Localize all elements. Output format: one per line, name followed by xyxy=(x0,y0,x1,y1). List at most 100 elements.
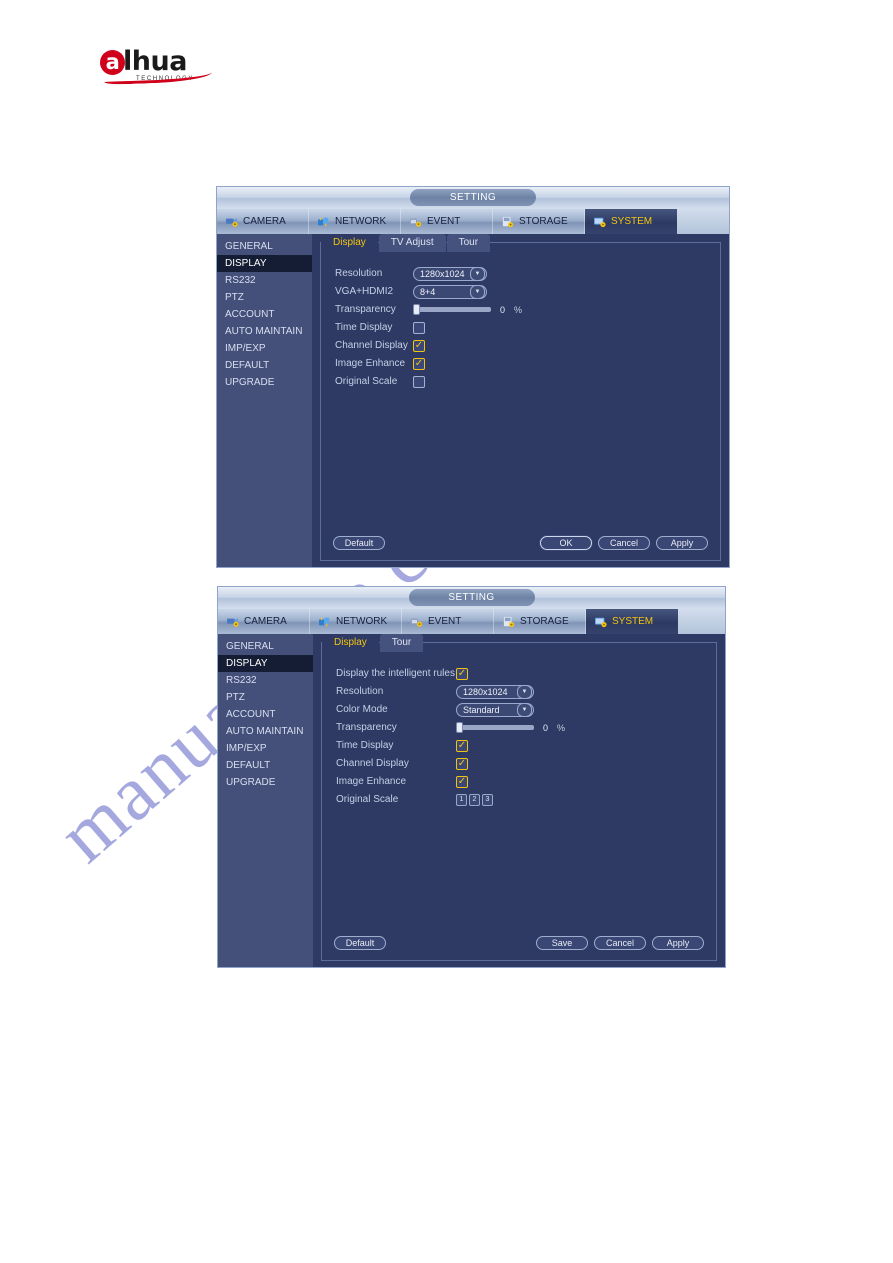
row-transparency: Transparency 0 % xyxy=(335,301,710,318)
sidebar-item-display[interactable]: DISPLAY xyxy=(218,655,313,672)
image-enhance-checkbox[interactable]: ✓ xyxy=(456,775,468,788)
sidebar-item-default[interactable]: DEFAULT xyxy=(217,357,312,374)
slider-knob[interactable] xyxy=(456,722,463,733)
sidebar-item-auto-maintain[interactable]: AUTO MAINTAIN xyxy=(217,323,312,340)
tab-storage[interactable]: STORAGE xyxy=(494,609,586,634)
sidebar-item-upgrade[interactable]: UPGRADE xyxy=(218,774,313,791)
chevron-down-icon[interactable]: ▼ xyxy=(470,266,485,281)
transparency-slider[interactable]: 0 % xyxy=(413,304,523,315)
chevron-down-icon[interactable]: ▼ xyxy=(517,702,532,717)
tab-event-label: EVENT xyxy=(428,616,462,627)
color-mode-value: Standard xyxy=(463,704,500,715)
tab-network[interactable]: NETWORK xyxy=(310,609,402,634)
subtab-display[interactable]: Display xyxy=(322,634,379,652)
sidebar-item-account[interactable]: ACCOUNT xyxy=(217,306,312,323)
channel-button-1[interactable]: 1 xyxy=(456,793,467,806)
tab-network-label: NETWORK xyxy=(335,216,387,227)
vga-hdmi2-select[interactable]: 8+4 ▼ xyxy=(413,284,487,299)
system-icon xyxy=(593,216,607,228)
time-display-checkbox[interactable] xyxy=(413,321,425,334)
default-button[interactable]: Default xyxy=(333,536,385,550)
logo-wordmark: a lhua xyxy=(100,48,220,85)
resolution-select[interactable]: 1280x1024 ▼ xyxy=(413,266,487,281)
color-mode-label: Color Mode xyxy=(336,704,388,715)
apply-button[interactable]: Apply xyxy=(656,536,708,550)
sidebar-item-ptz[interactable]: PTZ xyxy=(218,689,313,706)
dialog-button-bar: Default Save Cancel Apply xyxy=(334,936,704,950)
tab-storage-label: STORAGE xyxy=(519,216,568,227)
sidebar-item-account[interactable]: ACCOUNT xyxy=(218,706,313,723)
default-button[interactable]: Default xyxy=(334,936,386,950)
chevron-down-icon[interactable]: ▼ xyxy=(517,684,532,699)
event-icon xyxy=(410,616,424,628)
subtab-tour[interactable]: Tour xyxy=(446,234,491,252)
channel-button-3[interactable]: 3 xyxy=(482,793,493,806)
ok-button[interactable]: OK xyxy=(540,536,592,550)
transparency-slider[interactable]: 0 % xyxy=(456,722,566,733)
intelligent-rules-checkbox[interactable]: ✓ xyxy=(456,667,468,680)
cancel-button[interactable]: Cancel xyxy=(594,936,646,950)
apply-button[interactable]: Apply xyxy=(652,936,704,950)
sidebar-item-default[interactable]: DEFAULT xyxy=(218,757,313,774)
subtab-tv-adjust[interactable]: TV Adjust xyxy=(378,234,446,252)
channel-display-label: Channel Display xyxy=(336,758,409,769)
camera-icon xyxy=(225,216,239,228)
cancel-button[interactable]: Cancel xyxy=(598,536,650,550)
original-scale-checkbox[interactable] xyxy=(413,375,425,388)
subtab-display[interactable]: Display xyxy=(321,234,378,252)
color-mode-select[interactable]: Standard ▼ xyxy=(456,702,534,717)
sidebar-item-ptz[interactable]: PTZ xyxy=(217,289,312,306)
slider-track[interactable] xyxy=(456,722,534,733)
tab-event[interactable]: EVENT xyxy=(402,609,494,634)
channel-display-label: Channel Display xyxy=(335,340,408,351)
time-display-label: Time Display xyxy=(336,740,394,751)
tab-network[interactable]: NETWORK xyxy=(309,209,401,234)
sidebar-item-imp-exp[interactable]: IMP/EXP xyxy=(218,740,313,757)
channel-button-2[interactable]: 2 xyxy=(469,793,480,806)
sidebar-item-rs232[interactable]: RS232 xyxy=(217,272,312,289)
resolution-label: Resolution xyxy=(335,268,383,279)
storage-icon xyxy=(501,216,515,228)
sidebar-item-display[interactable]: DISPLAY xyxy=(217,255,312,272)
row-original-scale: Original Scale xyxy=(335,373,710,390)
chevron-down-icon[interactable]: ▼ xyxy=(470,284,485,299)
sidebar-item-general[interactable]: GENERAL xyxy=(218,638,313,655)
tab-system-label: SYSTEM xyxy=(611,216,653,227)
tab-system[interactable]: SYSTEM xyxy=(586,609,678,634)
resolution-select[interactable]: 1280x1024 ▼ xyxy=(456,684,534,699)
tab-camera[interactable]: CAMERA xyxy=(217,209,309,234)
slider-track[interactable] xyxy=(413,304,491,315)
transparency-value: 0 xyxy=(500,304,506,315)
sidebar-item-general[interactable]: GENERAL xyxy=(217,238,312,255)
sidebar-item-imp-exp[interactable]: IMP/EXP xyxy=(217,340,312,357)
sidebar-item-upgrade[interactable]: UPGRADE xyxy=(217,374,312,391)
event-icon xyxy=(409,216,423,228)
tab-camera[interactable]: CAMERA xyxy=(218,609,310,634)
settings-content: Display TV Adjust Tour Resolution 1280x1… xyxy=(312,234,729,567)
transparency-unit: % xyxy=(557,722,566,733)
tab-storage[interactable]: STORAGE xyxy=(493,209,585,234)
subtab-tour[interactable]: Tour xyxy=(379,634,424,652)
resolution-value: 1280x1024 xyxy=(463,686,508,697)
tab-system[interactable]: SYSTEM xyxy=(585,209,677,234)
channel-display-checkbox[interactable]: ✓ xyxy=(413,339,425,352)
setting-dialog-display-tv-adjust-tour: SETTING CAMERA NETWORK EVENT STORAGE SYS… xyxy=(216,186,730,568)
row-color-mode: Color Mode Standard ▼ xyxy=(336,701,706,718)
time-display-checkbox[interactable]: ✓ xyxy=(456,739,468,752)
sidebar-item-auto-maintain[interactable]: AUTO MAINTAIN xyxy=(218,723,313,740)
save-button[interactable]: Save xyxy=(536,936,588,950)
transparency-label: Transparency xyxy=(336,722,397,733)
row-channel-display: Channel Display ✓ xyxy=(335,337,710,354)
settings-sidebar: GENERAL DISPLAY RS232 PTZ ACCOUNT AUTO M… xyxy=(217,234,312,567)
transparency-unit: % xyxy=(514,304,523,315)
dialog-titlebar: SETTING xyxy=(217,187,729,209)
slider-knob[interactable] xyxy=(413,304,420,315)
sidebar-item-rs232[interactable]: RS232 xyxy=(218,672,313,689)
image-enhance-checkbox[interactable]: ✓ xyxy=(413,357,425,370)
dialog-titlebar: SETTING xyxy=(218,587,725,609)
channel-display-checkbox[interactable]: ✓ xyxy=(456,757,468,770)
row-channel-display: Channel Display ✓ xyxy=(336,755,706,772)
row-time-display: Time Display xyxy=(335,319,710,336)
tab-event[interactable]: EVENT xyxy=(401,209,493,234)
subtab-bar: Display TV Adjust Tour xyxy=(321,234,491,252)
